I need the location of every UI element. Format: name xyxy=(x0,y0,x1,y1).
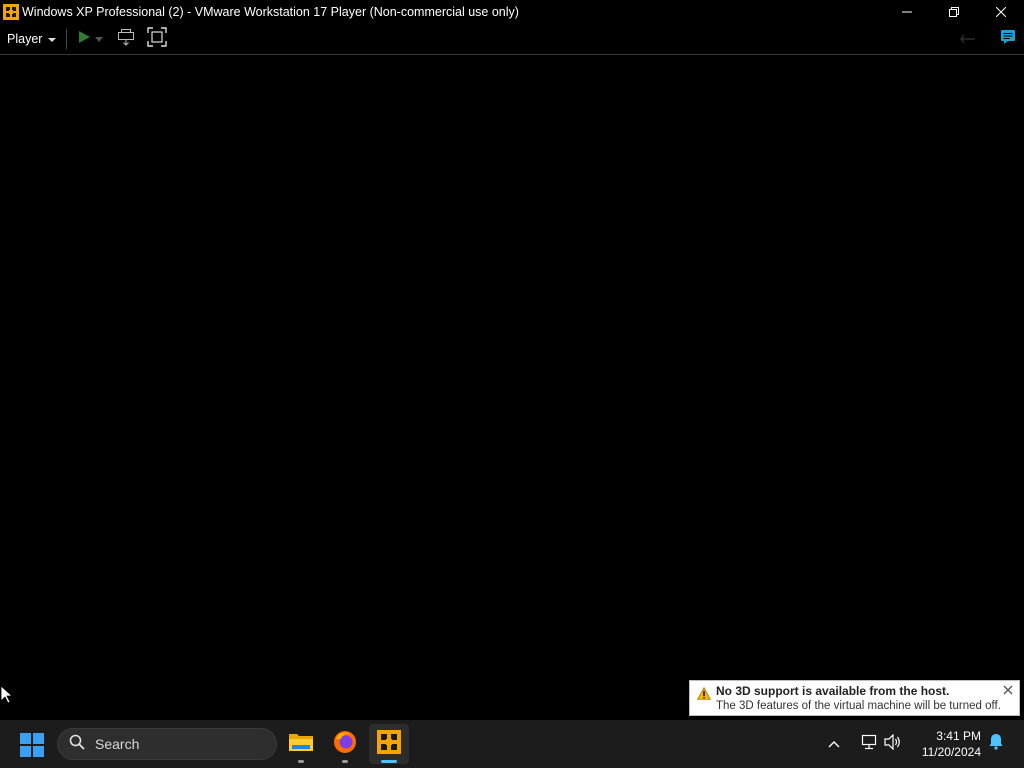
toolbar-divider xyxy=(66,29,68,49)
network-button[interactable] xyxy=(860,720,878,768)
chevron-down-icon xyxy=(48,38,57,42)
vmware-player-icon xyxy=(377,729,401,759)
power-on-button[interactable] xyxy=(77,27,91,51)
firefox-icon xyxy=(333,730,357,759)
send-ctrl-alt-del-button[interactable] xyxy=(117,27,135,51)
restore-button[interactable] xyxy=(930,0,977,24)
volume-icon xyxy=(884,733,902,755)
player-menu-label: Player xyxy=(7,32,43,46)
chevron-up-icon xyxy=(828,735,840,753)
search-placeholder: Search xyxy=(95,736,140,752)
window-title: Windows XP Professional (2) - VMware Wor… xyxy=(22,5,519,19)
close-button[interactable] xyxy=(977,0,1024,24)
vm-display[interactable] xyxy=(0,56,1024,720)
taskbar: Search 3:41 PM 11/20/2024 xyxy=(0,720,1024,768)
volume-button[interactable] xyxy=(884,720,902,768)
fullscreen-button[interactable] xyxy=(147,26,168,52)
message-log-button[interactable] xyxy=(1000,28,1016,52)
taskbar-clock[interactable]: 3:41 PM 11/20/2024 xyxy=(922,728,981,760)
mouse-cursor-icon xyxy=(0,685,14,709)
message-log-icon xyxy=(1000,29,1016,50)
notification-center-button[interactable] xyxy=(988,720,1004,768)
file-explorer-icon xyxy=(288,731,314,758)
notification-bar: No 3D support is available from the host… xyxy=(689,680,1020,716)
show-hidden-icons-button[interactable] xyxy=(828,720,840,768)
notification-close-button[interactable] xyxy=(1003,683,1013,698)
fullscreen-icon xyxy=(147,26,168,52)
clock-time: 3:41 PM xyxy=(936,729,981,743)
notification-body: The 3D features of the virtual machine w… xyxy=(716,700,1001,712)
warning-icon xyxy=(696,686,712,705)
search-icon xyxy=(69,734,85,755)
close-icon xyxy=(1003,683,1013,698)
start-button[interactable] xyxy=(20,733,44,757)
restore-icon xyxy=(948,5,959,20)
play-icon xyxy=(77,30,91,49)
chevron-down-icon xyxy=(95,30,104,48)
minimize-icon xyxy=(901,5,912,20)
power-options-dropdown[interactable] xyxy=(95,27,104,51)
taskbar-app-file-explorer[interactable] xyxy=(281,724,321,764)
clock-date: 11/20/2024 xyxy=(921,745,981,759)
player-menu-button[interactable]: Player xyxy=(0,24,57,54)
taskbar-search-box[interactable]: Search xyxy=(57,728,277,760)
unity-icon xyxy=(960,31,976,49)
close-icon xyxy=(995,5,1006,20)
vmware-icon xyxy=(3,4,19,20)
unity-button[interactable] xyxy=(960,28,976,52)
network-icon xyxy=(860,734,878,755)
taskbar-app-firefox[interactable] xyxy=(325,724,365,764)
title-bar[interactable]: Windows XP Professional (2) - VMware Wor… xyxy=(0,0,1024,24)
notification-title: No 3D support is available from the host… xyxy=(716,684,950,698)
minimize-button[interactable] xyxy=(883,0,930,24)
notification-bell-icon xyxy=(988,733,1004,755)
windows-logo-icon xyxy=(20,733,31,744)
player-toolbar: Player xyxy=(0,24,1024,55)
send-ctrl-alt-del-icon xyxy=(117,28,135,51)
taskbar-app-vmware-player[interactable] xyxy=(369,724,409,764)
